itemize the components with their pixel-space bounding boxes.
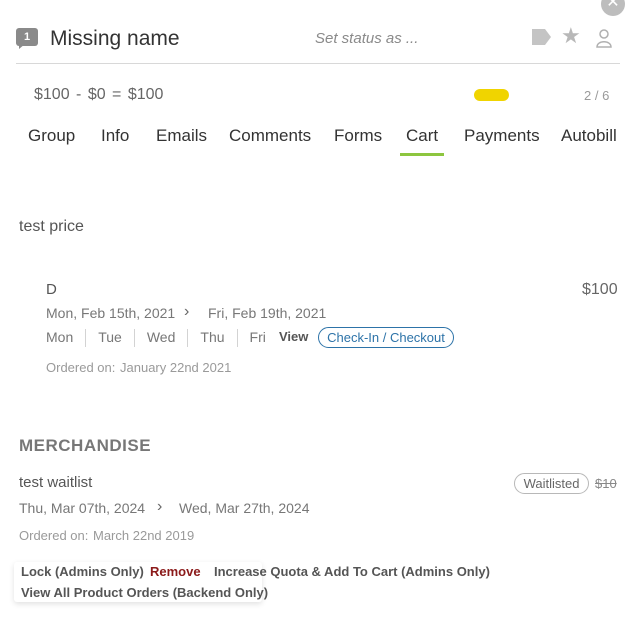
view-all-orders-button[interactable]: View All Product Orders (Backend Only) [21,585,268,600]
waitlisted-badge: Waitlisted [514,473,589,494]
cart-item-name: D [46,281,57,298]
cart-item-end-date: Fri, Feb 19th, 2021 [208,305,327,321]
tab-cart[interactable]: Cart [406,126,438,146]
pricing-summary: $100 - $0 = $100 [34,86,164,103]
day-list: Mon Tue Wed Thu Fri [46,329,278,347]
day-item: Fri [249,329,266,345]
merch-item-name: test waitlist [19,474,93,491]
checkin-checkout-button[interactable]: Check-In / Checkout [318,327,454,348]
tab-payments[interactable]: Payments [464,126,540,146]
section-title: test price [19,218,84,235]
increase-quota-button[interactable]: Increase Quota & Add To Cart (Admins Onl… [214,564,490,579]
ordered-on-date: January 22nd 2021 [120,360,232,375]
chevron-right-icon: › [157,498,163,515]
count-badge-icon: 1 [16,28,38,49]
tab-forms[interactable]: Forms [334,126,382,146]
merch-end-date: Wed, Mar 27th, 2024 [179,500,310,516]
merch-item-price: $10 [595,476,617,491]
view-link[interactable]: View [279,329,308,344]
cart-item-price: $100 [582,281,618,298]
merch-ordered-date: March 22nd 2019 [93,528,195,543]
tab-emails[interactable]: Emails [156,126,207,146]
close-icon[interactable]: ✕ [601,0,625,16]
tab-autobill[interactable]: Autobill [561,126,617,146]
tab-comments[interactable]: Comments [229,126,311,146]
tag-icon[interactable] [530,28,552,46]
active-tab-indicator [400,153,444,156]
lock-button[interactable]: Lock (Admins Only) [21,564,144,579]
contact-name[interactable]: Missing name [50,27,180,51]
cart-item-start-date: Mon, Feb 15th, 2021 [46,305,176,321]
star-icon[interactable]: ★ [561,24,581,48]
tab-group[interactable]: Group [28,126,75,146]
day-item: Tue [86,329,135,347]
merchandise-title: MERCHANDISE [19,436,152,455]
user-icon[interactable] [596,28,612,48]
chevron-right-icon: › [184,303,190,320]
status-pill [474,89,509,101]
remove-button[interactable]: Remove [150,564,201,579]
merch-ordered-label: Ordered on: [19,528,89,543]
pager: 2 / 6 [584,88,610,103]
day-item: Mon [46,329,87,347]
merch-start-date: Thu, Mar 07th, 2024 [19,500,146,516]
status-select[interactable]: Set status as ... [315,30,418,47]
header: 1 Missing name Set status as ... ★ [16,22,620,64]
day-item: Wed [135,329,189,347]
tab-info[interactable]: Info [101,126,129,146]
day-item: Thu [188,329,238,347]
ordered-on-label: Ordered on: [46,360,116,375]
